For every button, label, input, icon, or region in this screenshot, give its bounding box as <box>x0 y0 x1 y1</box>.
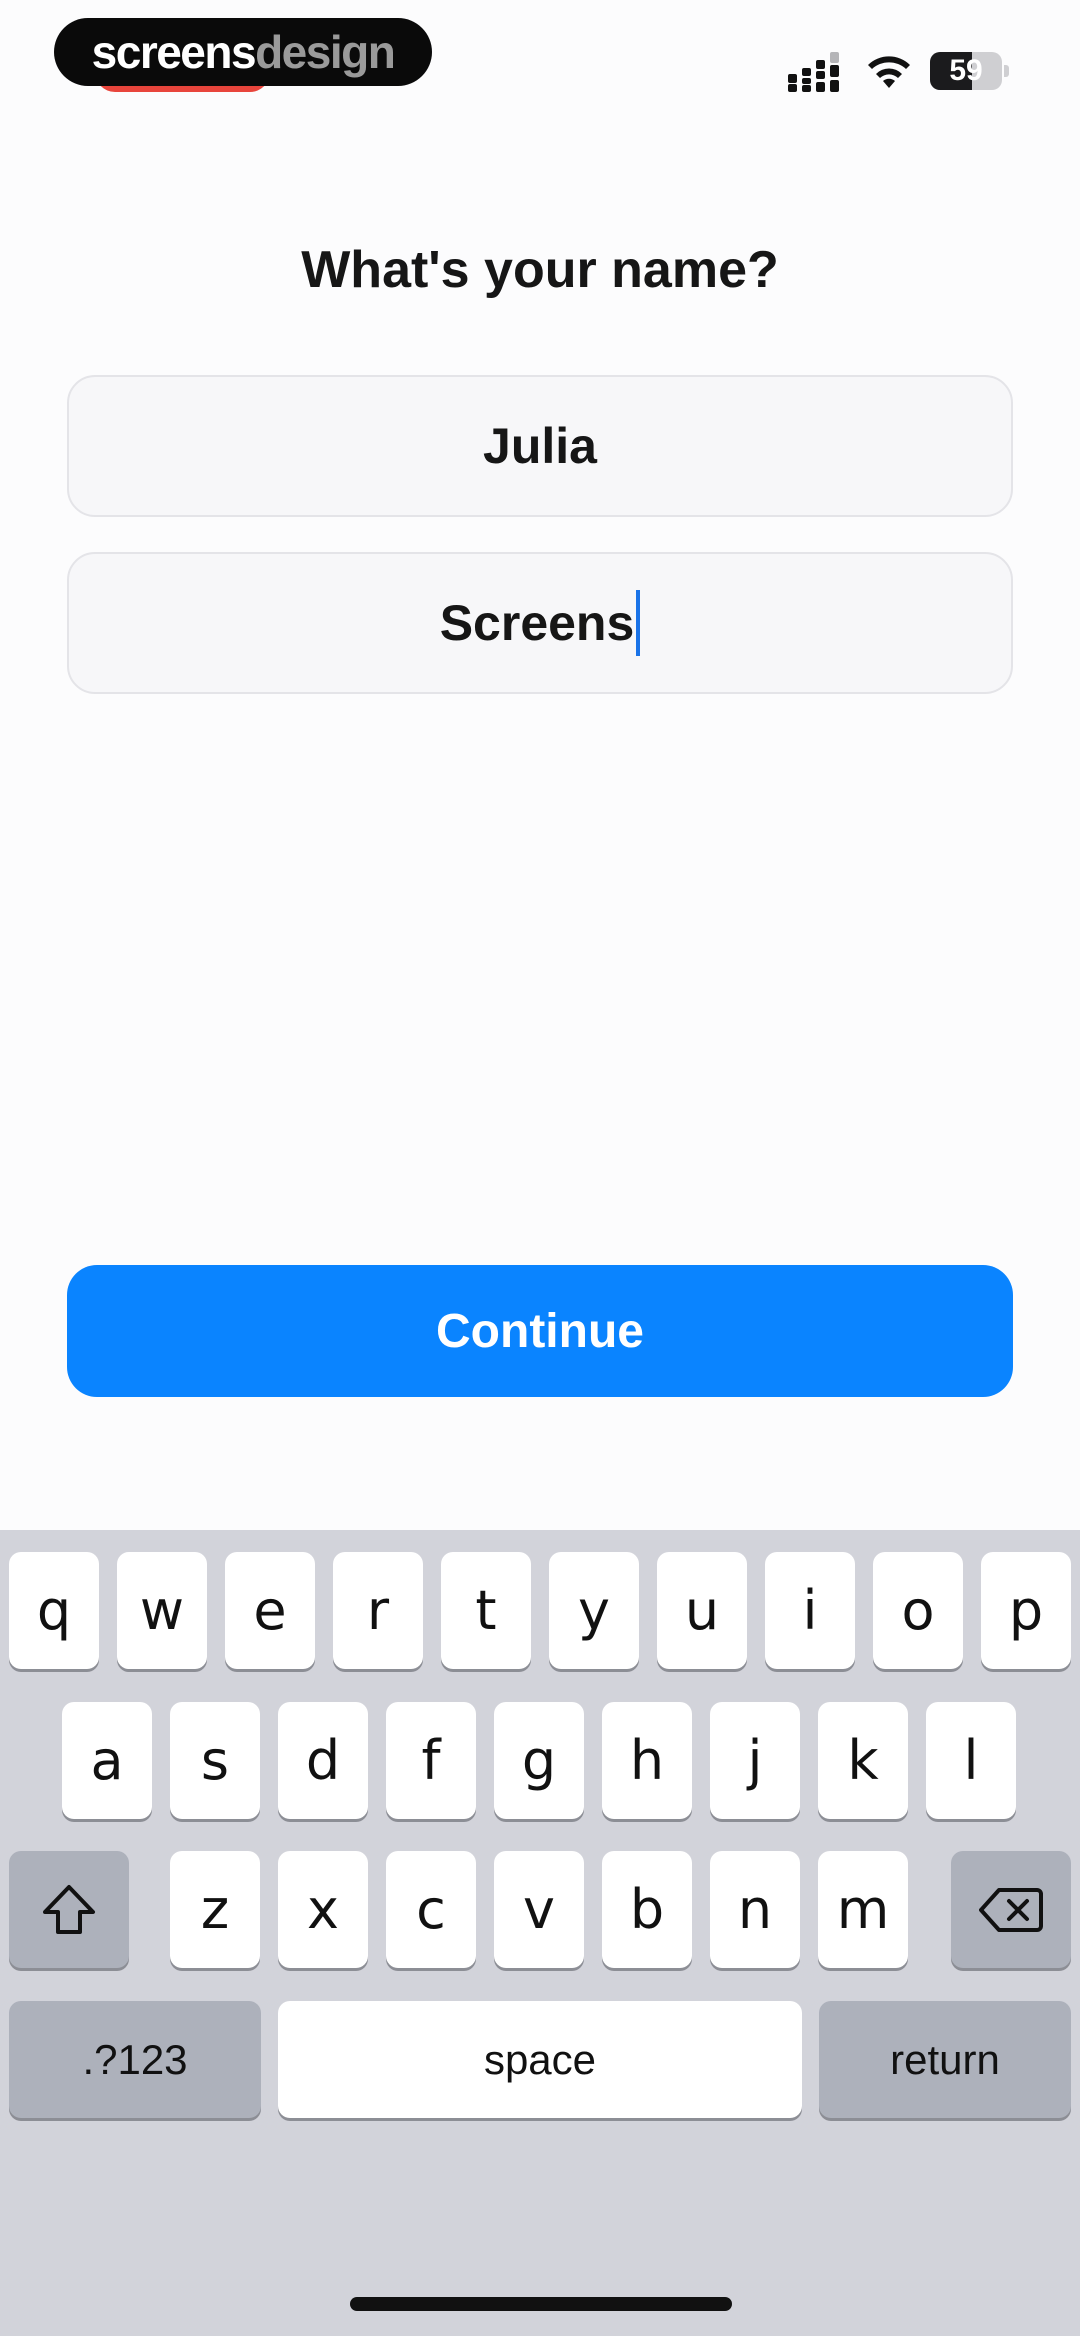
space-key[interactable]: space <box>278 2001 802 2118</box>
key-c[interactable]: c <box>386 1851 476 1968</box>
key-o[interactable]: o <box>873 1552 963 1669</box>
first-name-value: Julia <box>483 418 597 474</box>
key-w[interactable]: w <box>117 1552 207 1669</box>
delete-key[interactable] <box>951 1851 1071 1968</box>
key-m[interactable]: m <box>818 1851 908 1968</box>
text-caret <box>636 590 641 656</box>
key-l[interactable]: l <box>926 1702 1016 1819</box>
key-t[interactable]: t <box>441 1552 531 1669</box>
shift-icon <box>43 1884 95 1934</box>
key-x[interactable]: x <box>278 1851 368 1968</box>
wifi-icon <box>868 56 910 88</box>
key-j[interactable]: j <box>710 1702 800 1819</box>
battery-body: 59 <box>930 52 1002 90</box>
key-u[interactable]: u <box>657 1552 747 1669</box>
last-name-value: Screens <box>439 595 635 651</box>
key-n[interactable]: n <box>710 1851 800 1968</box>
key-h[interactable]: h <box>602 1702 692 1819</box>
key-b[interactable]: b <box>602 1851 692 1968</box>
shift-key[interactable] <box>9 1851 129 1968</box>
brand-text-part1: screens <box>91 26 257 78</box>
numbers-key[interactable]: .?123 <box>9 2001 261 2118</box>
first-name-field[interactable]: Julia <box>67 375 1013 517</box>
battery-level-text: 59 <box>949 54 983 87</box>
last-name-field[interactable]: Screens <box>67 552 1013 694</box>
cellular-signal-icon <box>788 52 839 92</box>
key-r[interactable]: r <box>333 1552 423 1669</box>
key-k[interactable]: k <box>818 1702 908 1819</box>
key-d[interactable]: d <box>278 1702 368 1819</box>
return-key[interactable]: return <box>819 2001 1071 2118</box>
key-i[interactable]: i <box>765 1552 855 1669</box>
key-z[interactable]: z <box>170 1851 260 1968</box>
key-g[interactable]: g <box>494 1702 584 1819</box>
key-y[interactable]: y <box>549 1552 639 1669</box>
key-e[interactable]: e <box>225 1552 315 1669</box>
key-f[interactable]: f <box>386 1702 476 1819</box>
brand-watermark: screens design <box>54 18 432 86</box>
home-indicator <box>350 2297 732 2311</box>
page-title: What's your name? <box>301 241 779 299</box>
battery-indicator: 59 <box>930 52 1009 90</box>
key-p[interactable]: p <box>981 1552 1071 1669</box>
key-q[interactable]: q <box>9 1552 99 1669</box>
continue-button[interactable]: Continue <box>67 1265 1013 1397</box>
name-entry-screen: screens design 59 What's your name? Juli… <box>0 0 1080 2336</box>
status-bar: screens design 59 <box>0 0 1080 130</box>
brand-text-part2: design <box>255 26 396 78</box>
key-v[interactable]: v <box>494 1851 584 1968</box>
key-a[interactable]: a <box>62 1702 152 1819</box>
backspace-icon <box>979 1887 1043 1932</box>
battery-tip <box>1004 65 1009 77</box>
keyboard: qwertyuiop asdfghjkl zxcvbnm .?123 space… <box>0 1530 1080 2336</box>
key-s[interactable]: s <box>170 1702 260 1819</box>
